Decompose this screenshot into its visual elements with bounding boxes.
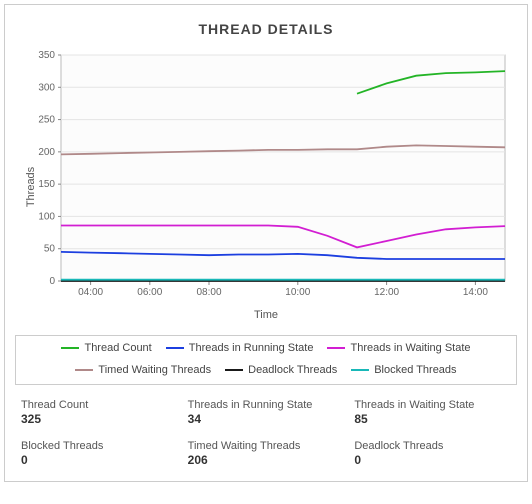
- svg-text:100: 100: [38, 211, 55, 222]
- svg-text:14:00: 14:00: [463, 287, 488, 298]
- stat-value: 206: [188, 453, 345, 467]
- svg-text:150: 150: [38, 179, 55, 190]
- legend-item: Thread Count: [61, 342, 151, 354]
- stat-cell: Deadlock Threads0: [354, 440, 511, 467]
- svg-text:300: 300: [38, 82, 55, 93]
- svg-text:08:00: 08:00: [196, 287, 221, 298]
- svg-text:04:00: 04:00: [78, 287, 103, 298]
- legend-item: Threads in Waiting State: [327, 342, 470, 354]
- svg-text:200: 200: [38, 147, 55, 158]
- thread-details-panel: THREAD DETAILS Threads 0 50 100 150 200 250 30…: [4, 4, 528, 482]
- legend: Thread Count Threads in Running State Thre…: [15, 335, 517, 385]
- legend-item: Threads in Running State: [166, 342, 314, 354]
- legend-label: Threads in Running State: [189, 342, 314, 354]
- x-axis-label: Time: [15, 309, 517, 321]
- legend-swatch: [327, 347, 345, 349]
- stat-label: Timed Waiting Threads: [188, 440, 345, 452]
- legend-label: Thread Count: [84, 342, 151, 354]
- legend-swatch: [61, 347, 79, 349]
- stat-value: 0: [354, 453, 511, 467]
- stat-cell: Threads in Running State34: [188, 399, 345, 426]
- stat-value: 0: [21, 453, 178, 467]
- svg-text:12:00: 12:00: [374, 287, 399, 298]
- stat-cell: Blocked Threads0: [21, 440, 178, 467]
- stat-cell: Thread Count325: [21, 399, 178, 426]
- chart-svg: 0 50 100 150 200 250 300 350 04:00 06:00 08:00 10:0…: [15, 47, 515, 307]
- legend-label: Timed Waiting Threads: [98, 364, 211, 376]
- legend-swatch: [225, 369, 243, 371]
- svg-text:0: 0: [49, 276, 55, 287]
- legend-swatch: [75, 369, 93, 371]
- stat-value: 325: [21, 412, 178, 426]
- legend-label: Deadlock Threads: [248, 364, 337, 376]
- svg-text:06:00: 06:00: [137, 287, 162, 298]
- page-title: THREAD DETAILS: [15, 21, 517, 37]
- svg-text:350: 350: [38, 50, 55, 61]
- legend-item: Blocked Threads: [351, 364, 456, 376]
- legend-label: Blocked Threads: [374, 364, 456, 376]
- stat-label: Thread Count: [21, 399, 178, 411]
- legend-item: Timed Waiting Threads: [75, 364, 211, 376]
- stat-cell: Timed Waiting Threads206: [188, 440, 345, 467]
- legend-label: Threads in Waiting State: [350, 342, 470, 354]
- stat-label: Threads in Running State: [188, 399, 345, 411]
- legend-item: Deadlock Threads: [225, 364, 337, 376]
- y-axis-label: Threads: [25, 167, 37, 207]
- stat-label: Threads in Waiting State: [354, 399, 511, 411]
- stat-label: Blocked Threads: [21, 440, 178, 452]
- stat-value: 34: [188, 412, 345, 426]
- stats-grid: Thread Count325Threads in Running State3…: [15, 399, 517, 467]
- stat-label: Deadlock Threads: [354, 440, 511, 452]
- svg-text:250: 250: [38, 115, 55, 126]
- legend-swatch: [166, 347, 184, 349]
- svg-text:50: 50: [44, 244, 56, 255]
- svg-text:10:00: 10:00: [285, 287, 310, 298]
- stat-cell: Threads in Waiting State85: [354, 399, 511, 426]
- legend-swatch: [351, 369, 369, 371]
- stat-value: 85: [354, 412, 511, 426]
- thread-chart: Threads 05010015020025030035004:0006:000…: [15, 47, 517, 327]
